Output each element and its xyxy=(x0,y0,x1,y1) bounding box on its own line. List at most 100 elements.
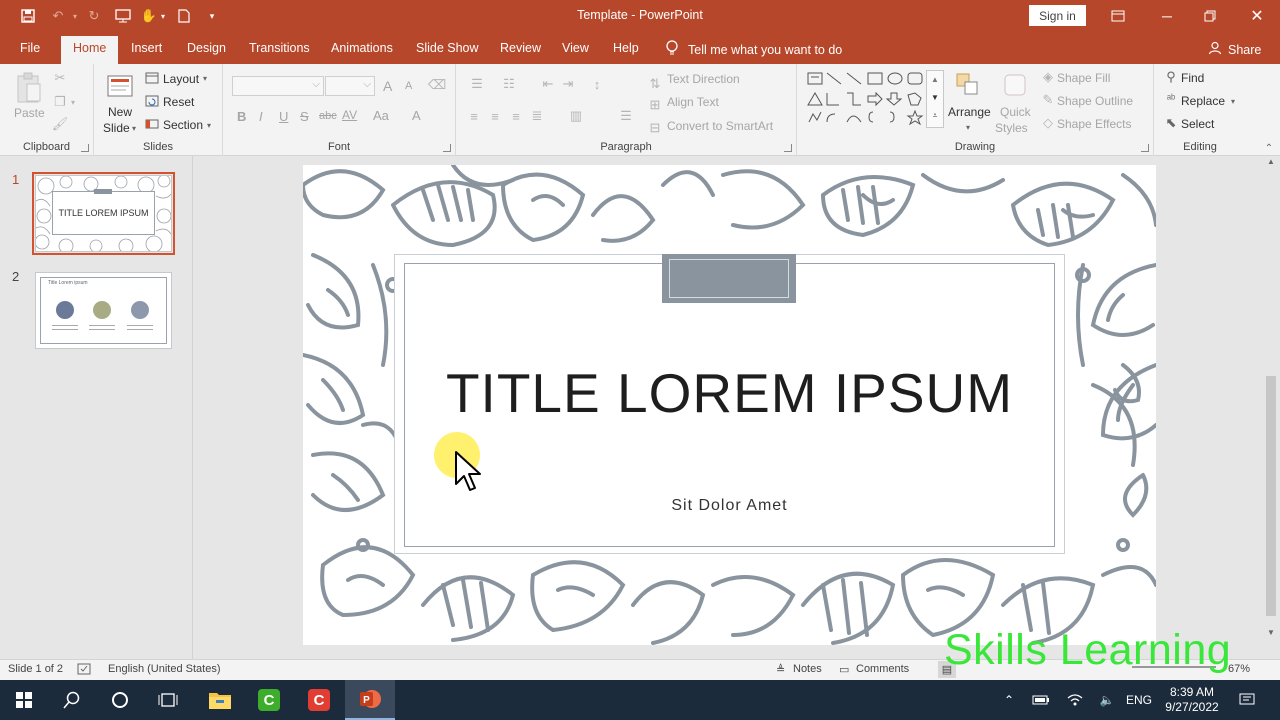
find-icon[interactable]: ⚲ xyxy=(1164,69,1178,84)
layout-icon[interactable] xyxy=(144,71,160,85)
font-color-button[interactable]: A xyxy=(412,108,421,123)
replace-button[interactable]: Replace xyxy=(1181,94,1225,108)
font-launcher-icon[interactable] xyxy=(443,144,451,152)
task-view-icon[interactable] xyxy=(144,680,192,720)
tab-insert[interactable]: Insert xyxy=(131,41,162,55)
smartart-icon[interactable]: ⊟ xyxy=(648,120,662,136)
volume-icon[interactable]: 🔈 xyxy=(1096,680,1118,720)
slide[interactable]: TITLE LOREM IPSUM Sit Dolor Amet xyxy=(303,165,1156,645)
tab-animations[interactable]: Animations xyxy=(331,41,393,55)
section-dropdown-icon[interactable]: ▾ xyxy=(204,119,214,131)
close-icon[interactable]: ✕ xyxy=(1247,6,1267,26)
tab-review[interactable]: Review xyxy=(500,41,541,55)
language-indicator[interactable]: English (United States) xyxy=(108,663,221,675)
tab-help[interactable]: Help xyxy=(613,41,639,55)
justify-icon[interactable]: ≣ xyxy=(529,108,545,124)
windows-start-icon[interactable] xyxy=(0,680,48,720)
shape-fill-button[interactable]: Shape Fill xyxy=(1057,71,1110,85)
text-columns-icon[interactable]: ☰ xyxy=(616,108,636,124)
zoom-level[interactable]: 67% xyxy=(1228,663,1250,675)
new-slide-dropdown-icon[interactable]: ▾ xyxy=(129,122,139,134)
arrange-icon[interactable] xyxy=(953,70,983,100)
drawing-launcher-icon[interactable] xyxy=(1141,144,1149,152)
text-direction-button[interactable]: Text Direction xyxy=(667,72,740,86)
tab-design[interactable]: Design xyxy=(187,41,226,55)
file-explorer-icon[interactable] xyxy=(196,680,244,720)
format-painter-icon[interactable]: 🖌 xyxy=(52,116,69,132)
layout-button[interactable]: Layout xyxy=(163,72,199,86)
share-button[interactable]: Share xyxy=(1208,41,1261,58)
camtasia-recorder-icon[interactable]: C xyxy=(245,680,293,720)
quick-styles-label-1[interactable]: Quick xyxy=(1000,105,1031,119)
vertical-scrollbar[interactable]: ▲ ▼ xyxy=(1262,156,1280,659)
scroll-thumb[interactable] xyxy=(1266,376,1276,616)
powerpoint-taskbar-icon[interactable]: P xyxy=(345,680,395,720)
bold-button[interactable]: B xyxy=(237,109,246,124)
replace-icon[interactable]: ᵃᵇ xyxy=(1162,92,1180,106)
strikethrough-button[interactable]: S xyxy=(300,109,309,124)
quick-styles-label-2[interactable]: Styles xyxy=(995,121,1028,135)
battery-icon[interactable] xyxy=(1030,680,1052,720)
slide-thumbnail-2[interactable]: Title Lorem ipsum xyxy=(35,272,172,349)
change-case-button[interactable]: Aa xyxy=(373,108,389,123)
shape-outline-button[interactable]: Shape Outline xyxy=(1057,94,1133,108)
shape-effects-button[interactable]: Shape Effects xyxy=(1057,117,1132,131)
input-language[interactable]: ENG xyxy=(1124,680,1154,720)
paste-icon[interactable] xyxy=(14,70,44,106)
select-icon[interactable]: ⬉ xyxy=(1164,115,1178,130)
section-button[interactable]: Section xyxy=(163,118,203,132)
scroll-down-icon[interactable]: ▼ xyxy=(1267,628,1275,637)
bullets-icon[interactable]: ☰ xyxy=(466,76,488,92)
notes-button[interactable]: Notes xyxy=(793,663,822,675)
font-name-dropdown[interactable]: ⌵ xyxy=(232,76,324,96)
search-icon[interactable] xyxy=(48,680,96,720)
paragraph-launcher-icon[interactable] xyxy=(784,144,792,152)
tab-view[interactable]: View xyxy=(562,41,589,55)
cut-icon[interactable]: ✂ xyxy=(52,70,68,86)
slide-title[interactable]: TITLE LOREM IPSUM xyxy=(404,361,1055,425)
align-left-icon[interactable]: ≡ xyxy=(466,108,482,124)
align-text-icon[interactable]: ⊞ xyxy=(648,97,662,113)
slide-subtitle[interactable]: Sit Dolor Amet xyxy=(404,497,1055,515)
shapes-gallery-scroll[interactable]: ▲ ▼ ⩡ xyxy=(926,70,944,128)
align-center-icon[interactable]: ≡ xyxy=(487,108,503,124)
tab-slide-show[interactable]: Slide Show xyxy=(416,41,479,55)
section-icon[interactable] xyxy=(144,117,160,131)
columns-icon[interactable]: ▥ xyxy=(566,108,586,124)
line-spacing-icon[interactable]: ↕ xyxy=(586,76,608,92)
slide-thumbnail-1[interactable]: TITLE LOREM IPSUM xyxy=(32,172,175,255)
arrange-dropdown-icon[interactable]: ▾ xyxy=(963,121,973,133)
copy-dropdown-icon[interactable]: ▾ xyxy=(68,94,78,110)
new-slide-icon[interactable] xyxy=(105,72,135,100)
shapes-gallery[interactable] xyxy=(805,70,945,130)
tell-me-search[interactable]: Tell me what you want to do xyxy=(666,40,842,59)
increase-indent-icon[interactable]: ⇥ xyxy=(560,76,576,92)
shrink-font-button[interactable]: A xyxy=(405,80,412,92)
clear-formatting-icon[interactable]: ⌫ xyxy=(428,77,446,93)
restore-icon[interactable] xyxy=(1200,6,1220,26)
new-slide-label-2[interactable]: Slide xyxy=(103,121,130,135)
grow-font-button[interactable]: A xyxy=(383,78,392,94)
wifi-icon[interactable] xyxy=(1064,680,1086,720)
italic-button[interactable]: I xyxy=(259,109,263,124)
align-text-button[interactable]: Align Text xyxy=(667,95,719,109)
notification-center-icon[interactable] xyxy=(1236,680,1258,720)
collapse-ribbon-icon[interactable]: ⌃ xyxy=(1262,142,1276,154)
text-shadow-button[interactable]: abc xyxy=(319,110,337,122)
copy-icon[interactable]: ❐ xyxy=(52,94,68,110)
shape-outline-icon[interactable]: ✎ xyxy=(1041,92,1055,107)
show-hidden-icons-icon[interactable]: ⌃ xyxy=(1000,680,1018,720)
ribbon-display-options-icon[interactable] xyxy=(1108,6,1128,26)
decrease-indent-icon[interactable]: ⇤ xyxy=(540,76,556,92)
paste-label[interactable]: Paste xyxy=(14,106,45,120)
minimize-icon[interactable]: ─ xyxy=(1157,6,1177,26)
shape-fill-icon[interactable]: ◈ xyxy=(1041,69,1055,84)
spelling-icon[interactable] xyxy=(77,663,91,678)
camtasia-editor-icon[interactable]: C xyxy=(295,680,343,720)
replace-dropdown-icon[interactable]: ▾ xyxy=(1228,95,1238,107)
tab-home[interactable]: Home xyxy=(61,36,119,64)
tab-file[interactable]: File xyxy=(20,41,40,55)
clock[interactable]: 8:39 AM 9/27/2022 xyxy=(1160,680,1224,720)
comments-button[interactable]: Comments xyxy=(856,663,909,675)
font-size-dropdown[interactable]: ⌵ xyxy=(325,76,375,96)
